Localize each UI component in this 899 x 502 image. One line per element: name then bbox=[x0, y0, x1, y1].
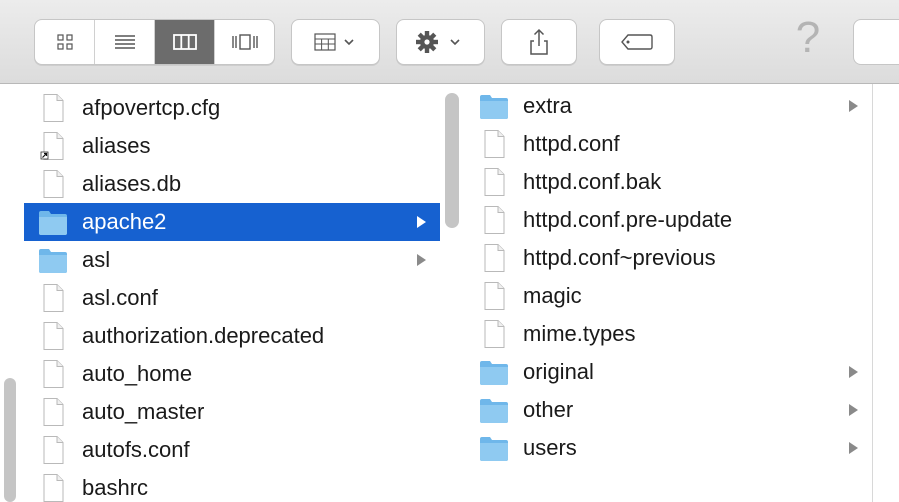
column-view-icon bbox=[172, 34, 197, 50]
document-icon bbox=[38, 473, 68, 502]
file-row[interactable]: auto_master bbox=[24, 393, 440, 431]
file-row[interactable]: afpovertcp.cfg bbox=[24, 89, 440, 127]
item-name: apache2 bbox=[82, 209, 167, 234]
file-row[interactable]: httpd.conf~previous bbox=[465, 239, 872, 277]
item-name: magic bbox=[523, 283, 582, 308]
icon-view-icon bbox=[56, 34, 73, 50]
item-name: httpd.conf bbox=[523, 131, 620, 156]
item-name: users bbox=[523, 435, 577, 460]
folder-row[interactable]: other bbox=[465, 391, 872, 429]
document-icon bbox=[38, 397, 68, 427]
folder-row[interactable]: apache2 bbox=[24, 203, 440, 241]
item-name: httpd.conf.bak bbox=[523, 169, 662, 194]
file-row[interactable]: httpd.conf.pre-update bbox=[465, 201, 872, 239]
file-row[interactable]: httpd.conf.bak bbox=[465, 163, 872, 201]
item-name: httpd.conf.pre-update bbox=[523, 207, 733, 232]
item-name: authorization.deprecated bbox=[82, 323, 325, 348]
document-icon bbox=[479, 319, 509, 349]
chevron-down-icon bbox=[343, 39, 354, 46]
folder-icon bbox=[479, 395, 509, 425]
document-icon bbox=[38, 435, 68, 465]
document-icon bbox=[479, 167, 509, 197]
column-etc: afpovertcp.cfg aliases aliases.db apache2 as… bbox=[0, 84, 440, 502]
item-name: aliases.db bbox=[82, 171, 182, 196]
column-divider[interactable] bbox=[872, 84, 873, 502]
arrange-icon bbox=[313, 33, 354, 51]
item-name: aliases bbox=[82, 133, 151, 158]
share-button[interactable] bbox=[501, 19, 577, 65]
question-mark-icon: ? bbox=[796, 13, 820, 62]
file-row[interactable]: aliases.db bbox=[24, 165, 440, 203]
document-icon bbox=[38, 283, 68, 313]
item-name: auto_home bbox=[82, 361, 193, 386]
document-icon bbox=[479, 243, 509, 273]
tag-button[interactable] bbox=[599, 19, 675, 65]
file-row[interactable]: bashrc bbox=[24, 469, 440, 502]
item-name: autofs.conf bbox=[82, 437, 190, 462]
svg-text:?: ? bbox=[796, 13, 820, 62]
file-row[interactable]: magic bbox=[465, 277, 872, 315]
folder-row[interactable]: original bbox=[465, 353, 872, 391]
document-icon bbox=[479, 129, 509, 159]
alias-file-icon bbox=[38, 131, 68, 161]
item-name: afpovertcp.cfg bbox=[82, 95, 221, 120]
gear-icon bbox=[415, 31, 460, 53]
search-field[interactable] bbox=[853, 19, 899, 65]
finder-toolbar: ? bbox=[0, 0, 899, 84]
disclosure-arrow-icon bbox=[849, 100, 858, 112]
folder-row[interactable]: extra bbox=[465, 87, 872, 125]
item-name: asl.conf bbox=[82, 285, 158, 310]
folder-row[interactable]: users bbox=[465, 429, 872, 467]
folder-icon bbox=[479, 433, 509, 463]
arrange-button[interactable] bbox=[291, 19, 380, 65]
file-row[interactable]: autofs.conf bbox=[24, 431, 440, 469]
cover-flow-icon bbox=[232, 34, 258, 50]
document-icon bbox=[38, 169, 68, 199]
folder-icon bbox=[479, 91, 509, 121]
file-row[interactable]: authorization.deprecated bbox=[24, 317, 440, 355]
folder-icon bbox=[479, 357, 509, 387]
file-row[interactable]: httpd.conf bbox=[465, 125, 872, 163]
disclosure-arrow-icon bbox=[849, 442, 858, 454]
item-name: bashrc bbox=[82, 475, 149, 500]
document-icon bbox=[38, 359, 68, 389]
file-row[interactable]: aliases bbox=[24, 127, 440, 165]
disclosure-arrow-icon bbox=[417, 254, 426, 266]
column-view-button[interactable] bbox=[155, 20, 215, 64]
file-row[interactable]: auto_home bbox=[24, 355, 440, 393]
item-name: asl bbox=[82, 247, 111, 272]
icon-view-button[interactable] bbox=[35, 20, 95, 64]
disclosure-arrow-icon bbox=[849, 404, 858, 416]
document-icon bbox=[479, 281, 509, 311]
cover-flow-view-button[interactable] bbox=[215, 20, 274, 64]
column-apache2: extra httpd.conf httpd.conf.bak httpd.conf.… bbox=[465, 84, 872, 502]
list-view-icon bbox=[114, 35, 135, 49]
item-name: original bbox=[523, 359, 594, 384]
item-name: extra bbox=[523, 93, 572, 118]
folder-icon bbox=[38, 245, 68, 275]
folder-icon bbox=[38, 207, 68, 237]
document-icon bbox=[479, 205, 509, 235]
view-mode-segmented-control bbox=[34, 19, 275, 65]
document-icon bbox=[38, 93, 68, 123]
action-button[interactable] bbox=[396, 19, 485, 65]
share-icon bbox=[530, 28, 548, 55]
file-row[interactable]: mime.types bbox=[465, 315, 872, 353]
document-icon bbox=[38, 321, 68, 351]
help-button[interactable]: ? bbox=[788, 12, 828, 62]
item-name: other bbox=[523, 397, 574, 422]
disclosure-arrow-icon bbox=[849, 366, 858, 378]
disclosure-arrow-icon bbox=[417, 216, 426, 228]
item-name: httpd.conf~previous bbox=[523, 245, 716, 270]
column-scrollbar-thumb[interactable] bbox=[445, 93, 459, 228]
file-row[interactable]: asl.conf bbox=[24, 279, 440, 317]
item-name: mime.types bbox=[523, 321, 636, 346]
list-view-button[interactable] bbox=[95, 20, 155, 64]
folder-row[interactable]: asl bbox=[24, 241, 440, 279]
item-name: auto_master bbox=[82, 399, 205, 424]
tag-icon bbox=[621, 34, 653, 50]
